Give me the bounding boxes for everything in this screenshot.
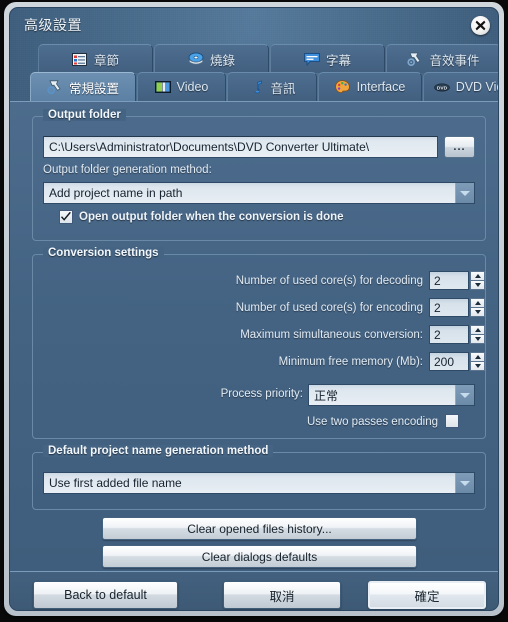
browse-folder-button[interactable]: ... (444, 136, 475, 158)
project-name-method-value: Use first added file name (49, 476, 182, 490)
check-icon (61, 211, 71, 221)
chevron-down-icon[interactable] (455, 183, 474, 203)
min-free-memory-stepper[interactable] (470, 352, 485, 371)
settings-panel: Output folder C:\Users\Administrator\Doc… (10, 101, 498, 571)
max-simultaneous-label: Maximum simultaneous conversion: (240, 329, 423, 341)
decoding-cores-value: 2 (434, 273, 441, 288)
process-priority-value: 正常 (314, 388, 339, 403)
stepper-up-icon[interactable] (470, 325, 485, 335)
tab-audio[interactable]: 音訊 (227, 72, 317, 101)
open-output-folder-checkbox[interactable] (59, 210, 73, 224)
max-simultaneous-value: 2 (434, 327, 441, 342)
close-button[interactable] (471, 16, 490, 35)
two-passes-checkbox[interactable] (445, 414, 459, 428)
tab-sound-event-label: 音效事件 (429, 53, 480, 68)
ok-label: 確定 (414, 589, 440, 604)
clear-dialogs-defaults-button[interactable]: Clear dialogs defaults (102, 545, 417, 568)
tab-burn[interactable]: 燒錄 (154, 44, 269, 73)
decoding-cores-input[interactable]: 2 (429, 271, 469, 290)
max-simultaneous-input[interactable]: 2 (429, 325, 469, 344)
tab-dvd-video[interactable]: DVD DVD Video (423, 72, 498, 101)
output-path-input[interactable]: C:\Users\Administrator\Documents\DVD Con… (43, 136, 438, 158)
page-title: 高级設置 (24, 17, 82, 33)
stepper-up-icon[interactable] (470, 298, 485, 308)
tab-chapter[interactable]: 章節 (38, 44, 153, 73)
output-path-value: C:\Users\Administrator\Documents\DVD Con… (49, 140, 370, 154)
two-passes-label: Use two passes encoding (306, 416, 438, 428)
svg-text:DVD: DVD (437, 85, 448, 91)
audio-note-icon (248, 80, 264, 94)
browse-folder-label: ... (453, 141, 466, 153)
chapter-icon (72, 52, 88, 66)
general-settings-icon (47, 80, 63, 94)
tab-burn-label: 燒錄 (209, 53, 235, 68)
subtitle-icon (303, 52, 320, 66)
close-icon (475, 20, 486, 31)
output-folder-group-title: Output folder (43, 109, 126, 121)
tab-video[interactable]: Video (137, 72, 226, 101)
output-folder-group: Output folder C:\Users\Administrator\Doc… (32, 109, 486, 241)
tab-chapter-label: 章節 (93, 53, 119, 68)
min-free-memory-label: Minimum free memory (Mb): (278, 356, 423, 368)
tab-subtitle[interactable]: 字幕 (270, 44, 385, 73)
sound-event-icon (407, 52, 423, 66)
window-inner: 高级設置 章節 燒錄 字幕 音效事件 常規設置 Video 音訊 Interfa… (9, 7, 499, 611)
tab-audio-label: 音訊 (270, 81, 296, 96)
tabrow-top: 章節 燒錄 字幕 音效事件 (10, 44, 498, 74)
decoding-cores-stepper[interactable] (470, 271, 485, 290)
tab-sound-event[interactable]: 音效事件 (386, 44, 498, 73)
clear-opened-files-history-button[interactable]: Clear opened files history... (102, 517, 417, 540)
encoding-cores-stepper[interactable] (470, 298, 485, 317)
conversion-settings-group-title: Conversion settings (43, 247, 164, 259)
tab-interface[interactable]: Interface (318, 72, 422, 101)
conversion-settings-group: Conversion settings Number of used core(… (32, 247, 486, 439)
clear-dialogs-defaults-label: Clear dialogs defaults (201, 549, 318, 564)
tab-subtitle-label: 字幕 (325, 53, 351, 68)
encoding-cores-value: 2 (434, 300, 441, 315)
burn-disc-icon (188, 52, 204, 66)
stepper-up-icon[interactable] (470, 352, 485, 362)
chevron-down-icon[interactable] (455, 473, 474, 493)
process-priority-label: Process priority: (220, 388, 303, 400)
tab-interface-label: Interface (356, 80, 406, 94)
encoding-cores-label: Number of used core(s) for encoding (235, 302, 423, 314)
project-name-method-select[interactable]: Use first added file name (43, 472, 475, 494)
min-free-memory-value: 200 (434, 354, 455, 369)
clear-opened-files-history-label: Clear opened files history... (187, 521, 332, 536)
stepper-up-icon[interactable] (470, 271, 485, 281)
project-name-group-title: Default project name generation method (43, 445, 274, 457)
stepper-down-icon[interactable] (470, 307, 485, 317)
advanced-settings-window: 高级設置 章節 燒錄 字幕 音效事件 常規設置 Video 音訊 Interfa… (4, 2, 504, 616)
process-priority-select[interactable]: 正常 (308, 384, 475, 406)
dvd-icon: DVD (433, 80, 450, 94)
back-to-default-button[interactable]: Back to default (33, 581, 178, 609)
generation-method-label: Output folder generation method: (43, 164, 212, 176)
ok-button[interactable]: 確定 (368, 581, 486, 609)
footer: Back to default 取消 確定 (10, 571, 498, 610)
tab-general-settings-label: 常規設置 (68, 81, 119, 96)
video-icon (154, 80, 171, 94)
stepper-down-icon[interactable] (470, 334, 485, 344)
interface-palette-icon (335, 80, 351, 94)
stepper-down-icon[interactable] (470, 361, 485, 371)
open-output-folder-label: Open output folder when the conversion i… (79, 211, 344, 223)
tab-dvd-video-label: DVD Video (455, 80, 498, 94)
back-to-default-label: Back to default (64, 588, 147, 602)
generation-method-value: Add project name in path (49, 186, 183, 200)
cancel-label: 取消 (269, 589, 295, 604)
stepper-down-icon[interactable] (470, 280, 485, 290)
generation-method-select[interactable]: Add project name in path (43, 182, 475, 204)
encoding-cores-input[interactable]: 2 (429, 298, 469, 317)
cancel-button[interactable]: 取消 (223, 581, 341, 609)
min-free-memory-input[interactable]: 200 (429, 352, 469, 371)
tab-video-label: Video (176, 80, 209, 94)
tab-general-settings[interactable]: 常規設置 (30, 72, 136, 101)
decoding-cores-label: Number of used core(s) for decoding (235, 275, 423, 287)
tabrow-bottom: 常規設置 Video 音訊 Interface DVD DVD Vi (10, 72, 498, 102)
project-name-group: Default project name generation method U… (32, 445, 486, 510)
max-simultaneous-stepper[interactable] (470, 325, 485, 344)
chevron-down-icon[interactable] (455, 385, 474, 405)
titlebar: 高级設置 (10, 8, 498, 42)
